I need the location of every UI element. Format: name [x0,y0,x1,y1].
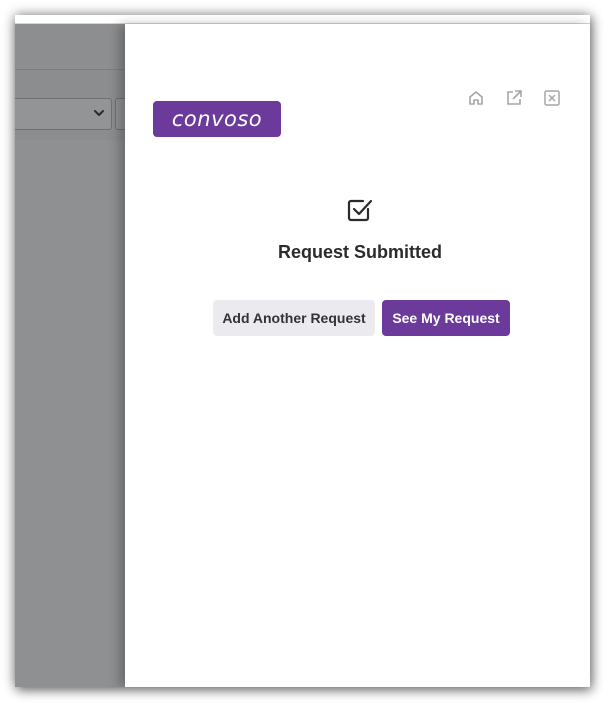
window-top-strip [15,15,590,24]
open-external-button[interactable] [504,88,524,108]
checkbox-checked-icon [347,199,373,222]
add-another-request-button[interactable]: Add Another Request [213,300,375,336]
home-icon [469,91,483,105]
home-button[interactable] [466,88,486,108]
close-icon [544,90,560,106]
external-link-icon [507,90,522,105]
app-window: convoso Request Submitted Add Another Re… [15,15,590,687]
see-my-request-button[interactable]: See My Request [382,300,510,336]
background-page [15,24,137,687]
background-header [15,24,125,70]
convoso-logo: convoso [153,101,281,137]
background-select [15,98,112,130]
chevron-down-icon [94,110,104,117]
close-button[interactable] [542,88,562,108]
status-title: Request Submitted [277,242,442,262]
panel-toolbar [466,88,562,108]
request-panel: convoso Request Submitted Add Another Re… [125,24,590,687]
action-buttons: Add Another Request See My Request [213,300,510,336]
logo-text: convoso [171,107,263,131]
